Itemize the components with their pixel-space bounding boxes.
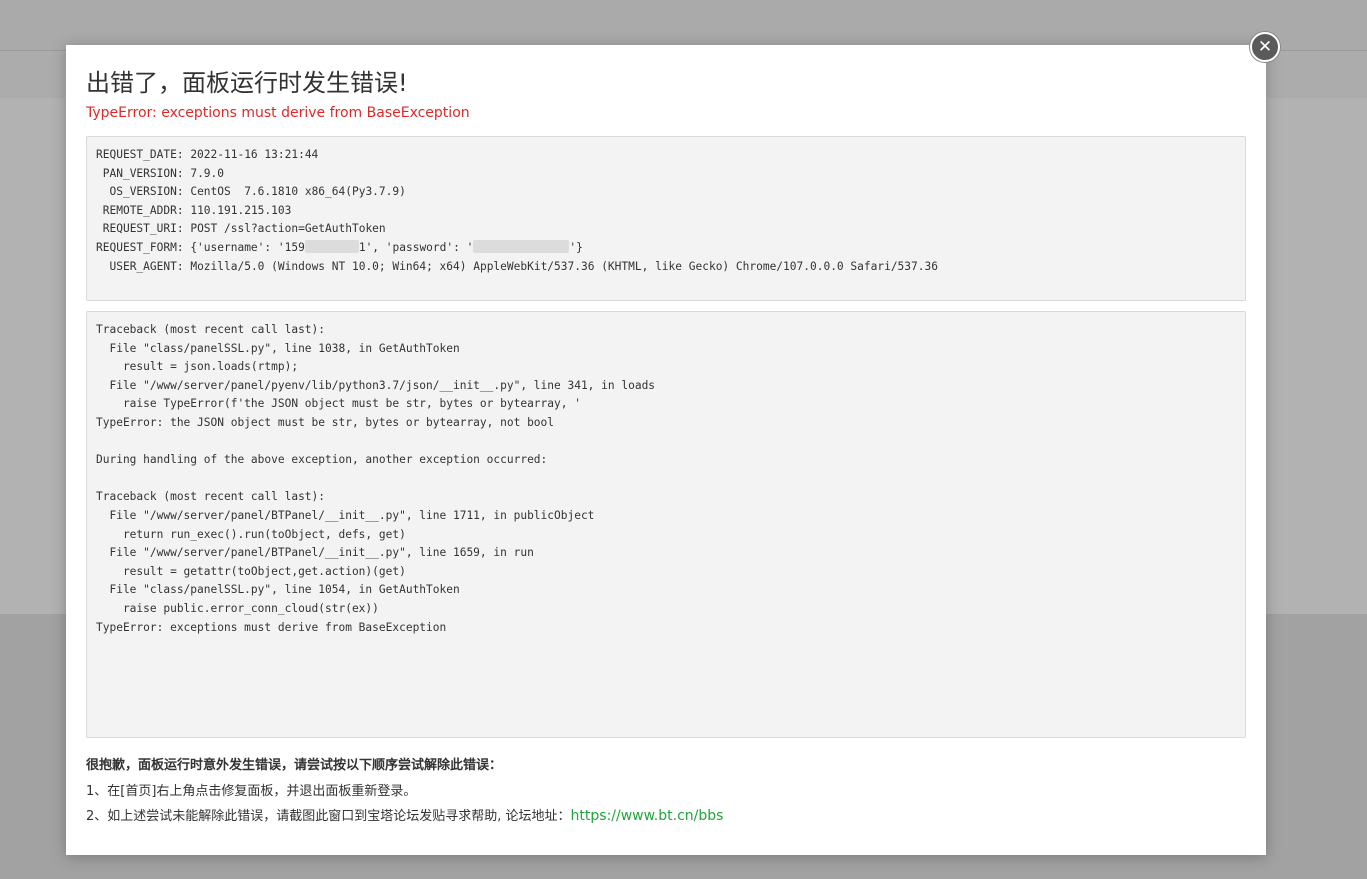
os-version-value: CentOS 7.6.1810 x86_64(Py3.7.9) — [190, 185, 406, 199]
help-step-2: 2、如上述尝试未能解除此错误，请截图此窗口到宝塔论坛发贴寻求帮助, 论坛地址：h… — [86, 804, 1246, 828]
traceback-line: raise public.error_conn_cloud(str(ex)) — [96, 601, 379, 615]
traceback-line: TypeError: exceptions must derive from B… — [96, 620, 447, 634]
error-dialog: 出错了，面板运行时发生错误! TypeError: exceptions mus… — [66, 45, 1266, 855]
close-icon[interactable]: ✕ — [1250, 32, 1280, 62]
traceback-line: Traceback (most recent call last): — [96, 490, 326, 504]
help-step-2-text: 2、如上述尝试未能解除此错误，请截图此窗口到宝塔论坛发贴寻求帮助, 论坛地址： — [86, 809, 571, 824]
help-step-1: 1、在[首页]右上角点击修复面板，并退出面板重新登录。 — [86, 784, 417, 799]
traceback-line: File "/www/server/panel/BTPanel/__init__… — [96, 508, 595, 522]
traceback-box: Traceback (most recent call last): File … — [86, 311, 1246, 738]
request-form-label: REQUEST_FORM: — [96, 240, 184, 254]
redacted-username — [304, 239, 359, 253]
traceback-line: TypeError: the JSON object must be str, … — [96, 415, 555, 429]
traceback-line: During handling of the above exception, … — [96, 453, 548, 467]
request-uri-label: REQUEST_URI: — [102, 222, 184, 236]
traceback-line: result = getattr(toObject,get.action)(ge… — [96, 564, 406, 578]
pan-version-value: 7.9.0 — [190, 166, 225, 180]
traceback-line: File "/www/server/panel/BTPanel/__init__… — [96, 546, 534, 560]
remote-addr-value: 110.191.215.103 — [190, 203, 292, 217]
pan-version-label: PAN_VERSION: — [102, 166, 184, 180]
traceback-line: raise TypeError(f'the JSON object must b… — [96, 397, 581, 411]
request-uri-value: POST /ssl?action=GetAuthToken — [190, 222, 386, 236]
request-date-value: 2022-11-16 13:21:44 — [190, 148, 319, 161]
request-date-label: REQUEST_DATE: — [96, 148, 184, 161]
traceback-line: Traceback (most recent call last): — [96, 323, 326, 336]
help-heading: 很抱歉，面板运行时意外发生错误，请尝试按以下顺序尝试解除此错误： — [86, 758, 503, 773]
traceback-line: File "/www/server/panel/pyenv/lib/python… — [96, 378, 656, 392]
user-agent-value: Mozilla/5.0 (Windows NT 10.0; Win64; x64… — [190, 259, 938, 273]
user-agent-label: USER_AGENT: — [109, 259, 184, 273]
traceback-line: return run_exec().run(toObject, defs, ge… — [96, 527, 406, 541]
os-version-label: OS_VERSION: — [109, 185, 184, 199]
traceback-line: File "class/panelSSL.py", line 1038, in … — [96, 341, 460, 355]
forum-link[interactable]: https://www.bt.cn/bbs — [571, 808, 724, 824]
help-section: 很抱歉，面板运行时意外发生错误，请尝试按以下顺序尝试解除此错误： 1、在[首页]… — [86, 756, 1246, 828]
request-info-box: REQUEST_DATE: 2022-11-16 13:21:44 PAN_VE… — [86, 136, 1246, 301]
traceback-line: File "class/panelSSL.py", line 1054, in … — [96, 583, 460, 597]
dialog-title: 出错了，面板运行时发生错误! — [86, 69, 408, 97]
redacted-password — [473, 239, 570, 253]
request-form-end: '} — [569, 240, 583, 254]
traceback-line: result = json.loads(rtmp); — [96, 360, 299, 374]
request-form-middle: 1', 'password': ' — [358, 240, 474, 254]
request-form-start: {'username': '159 — [190, 240, 305, 254]
remote-addr-label: REMOTE_ADDR: — [102, 203, 184, 217]
error-summary: TypeError: exceptions must derive from B… — [86, 105, 470, 121]
